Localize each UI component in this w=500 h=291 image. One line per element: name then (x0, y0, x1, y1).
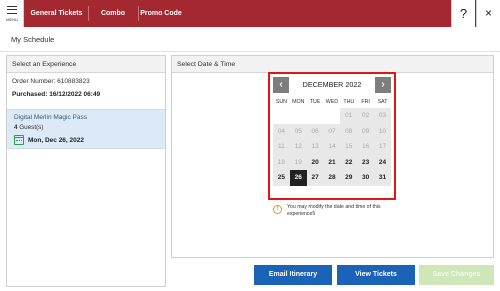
calendar-grid: SUN MON TUE WED THU FRI SAT 01 02 03 04 05 06… (273, 96, 391, 186)
calendar-day: 07 (323, 123, 341, 139)
calendar-day: 10 (374, 123, 391, 139)
menu-label: MENU (6, 17, 18, 22)
info-icon: ! (273, 205, 282, 214)
close-button[interactable]: × (476, 0, 500, 27)
calendar-day: 18 (273, 154, 290, 170)
calendar-day: 02 (357, 108, 375, 124)
calendar-day-empty (273, 108, 290, 124)
calendar-week-row: 04 05 06 07 08 09 10 (273, 123, 391, 139)
experience-name: Digital Merlin Magic Pass (14, 114, 87, 121)
calendar-day[interactable]: 28 (323, 170, 341, 186)
weekday-header-row: SUN MON TUE WED THU FRI SAT (273, 96, 391, 108)
info-message: You may modify the date and time of this… (287, 204, 381, 217)
calendar-day: 11 (273, 139, 290, 155)
calendar-day: 13 (306, 139, 324, 155)
calendar-header: ‹ DECEMBER 2022 › (273, 77, 391, 93)
help-button[interactable]: ? (451, 0, 475, 27)
tab-general-tickets[interactable]: General Tickets (26, 0, 87, 27)
order-number: Order Number: 610883823 (12, 78, 90, 85)
calendar-day[interactable]: 23 (357, 154, 375, 170)
tab-combo-tickets[interactable]: Combo Tickets (89, 0, 137, 44)
calendar-day: 08 (340, 123, 358, 139)
weekday-label: WED (325, 99, 339, 105)
calendar-day-empty (306, 108, 324, 124)
weekday-label: MON (292, 99, 305, 105)
hamburger-icon (7, 6, 17, 14)
calendar-day[interactable]: 31 (374, 170, 391, 186)
menu-button[interactable]: MENU (0, 0, 24, 27)
calendar-day: 17 (374, 139, 391, 155)
calendar-day[interactable]: 29 (340, 170, 358, 186)
chevron-right-icon: › (381, 79, 385, 90)
page-title: My Schedule (11, 35, 55, 44)
calendar-day[interactable]: 21 (323, 154, 341, 170)
weekday-label: SUN (275, 99, 288, 105)
save-changes-button[interactable]: Save Changes (419, 265, 494, 285)
experience-panel-heading: Select an Experience (7, 56, 165, 73)
calendar-day-empty (289, 108, 307, 124)
calendar-day: 15 (340, 139, 358, 155)
calendar-day[interactable]: 22 (340, 154, 358, 170)
calendar-day: 09 (357, 123, 375, 139)
calendar-day: 19 (289, 154, 307, 170)
calendar-week-row: 11 12 13 14 15 16 17 (273, 139, 391, 155)
email-itinerary-button[interactable]: Email Itinerary (254, 265, 332, 285)
calendar-day: 04 (273, 123, 290, 139)
view-tickets-button[interactable]: View Tickets (337, 265, 415, 285)
date-picker-calendar: ‹ DECEMBER 2022 › SUN MON TUE WED THU FR… (268, 72, 396, 200)
calendar-week-row: 25 26 27 28 29 30 31 (273, 170, 391, 186)
weekday-label: SAT (377, 99, 388, 105)
calendar-day[interactable]: 20 (306, 154, 324, 170)
weekday-label: TUE (309, 99, 321, 105)
purchase-date: Purchased: 16/12/2022 06:49 (12, 91, 101, 98)
calendar-week-row: 18 19 20 21 22 23 24 (273, 154, 391, 170)
calendar-day: 12 (289, 139, 307, 155)
calendar-day[interactable]: 24 (374, 154, 391, 170)
weekday-label: THU (343, 99, 355, 105)
calendar-week-row: 01 02 03 (273, 108, 391, 124)
calendar-day[interactable]: 27 (306, 170, 324, 186)
calendar-day: 06 (306, 123, 324, 139)
title-divider (0, 51, 500, 52)
guest-count-suffix: Guest(s) (17, 124, 44, 131)
calendar-day: 14 (323, 139, 341, 155)
chevron-left-icon: ‹ (279, 79, 283, 90)
calendar-day[interactable]: 25 (273, 170, 290, 186)
tab-promo-code[interactable]: Promo Code (139, 0, 183, 27)
main-content: My Schedule Select an Experience Order N… (0, 27, 500, 291)
calendar-day: 05 (289, 123, 307, 139)
next-month-button[interactable]: › (375, 77, 391, 93)
date-time-panel-heading: Select Date & Time (172, 56, 493, 73)
guest-count: 4 Guest(s) (14, 124, 43, 131)
calendar-day: 01 (340, 108, 358, 124)
calendar-weeks: 01 02 03 04 05 06 07 08 09 10 11 12 13 14 15 16 17 18 19 20… (273, 108, 391, 186)
calendar-day: 16 (357, 139, 375, 155)
calendar-day-empty (323, 108, 341, 124)
experience-panel: Select an Experience Order Number: 61088… (6, 55, 166, 287)
calendar-icon (14, 135, 24, 145)
weekday-label: FRI (361, 99, 370, 105)
calendar-day[interactable]: 30 (357, 170, 375, 186)
calendar-day: 03 (374, 108, 391, 124)
prev-month-button[interactable]: ‹ (273, 77, 289, 93)
top-navigation-bar: MENU General Tickets Combo Tickets Promo… (0, 0, 500, 44)
calendar-day-selected[interactable]: 26 (289, 170, 307, 186)
month-label: DECEMBER 2022 (302, 80, 362, 89)
experience-item[interactable]: Digital Merlin Magic Pass 4 Guest(s) Mon… (7, 109, 165, 149)
experience-date: Mon, Dec 26, 2022 (28, 137, 84, 144)
